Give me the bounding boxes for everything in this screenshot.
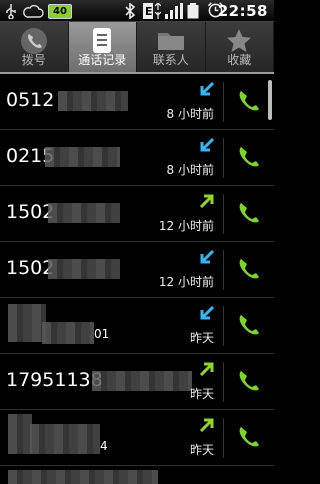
battery-level: 40 bbox=[48, 4, 72, 19]
tab-favorites[interactable]: 收藏 bbox=[205, 22, 274, 72]
call-button-icon[interactable] bbox=[236, 424, 262, 450]
tab-label: 收藏 bbox=[227, 53, 252, 67]
call-time: 昨天 bbox=[189, 443, 214, 457]
row-divider bbox=[223, 250, 224, 290]
call-time: 12 小时前 bbox=[158, 275, 214, 289]
call-log-row-partial[interactable] bbox=[0, 466, 274, 484]
redacted-name bbox=[8, 414, 32, 454]
redacted-number bbox=[8, 470, 158, 484]
clock: 22:58 bbox=[217, 2, 268, 20]
svg-text:E: E bbox=[145, 5, 153, 18]
redacted-number bbox=[92, 371, 192, 391]
caller-number: 17951138 bbox=[6, 369, 103, 391]
tab-label: 拨号 bbox=[21, 53, 46, 67]
usb-icon bbox=[6, 4, 16, 19]
call-log-row[interactable]: 0215 8 小时前 bbox=[0, 130, 274, 186]
call-time: 8 小时前 bbox=[166, 107, 214, 121]
call-log-row[interactable]: 01 昨天 bbox=[0, 298, 274, 354]
redacted-number bbox=[30, 424, 100, 454]
redacted-number bbox=[42, 322, 94, 344]
call-log-row[interactable]: 4 昨天 bbox=[0, 410, 274, 466]
row-divider bbox=[223, 138, 224, 178]
caller-number: 01 bbox=[94, 327, 110, 341]
row-divider bbox=[223, 82, 224, 122]
outgoing-call-icon bbox=[200, 194, 214, 208]
call-button-icon[interactable] bbox=[236, 368, 262, 394]
call-time: 昨天 bbox=[189, 331, 214, 345]
caller-number: 4 bbox=[100, 439, 108, 453]
call-button-icon[interactable] bbox=[236, 200, 262, 226]
redacted-number bbox=[58, 91, 128, 111]
call-button-icon[interactable] bbox=[236, 88, 262, 114]
edge-signal-icon: E bbox=[143, 3, 161, 19]
redacted-number bbox=[45, 147, 120, 167]
row-divider bbox=[223, 362, 224, 402]
cloud-sync-icon bbox=[23, 4, 44, 18]
outgoing-call-icon bbox=[200, 362, 214, 376]
call-log-list: 0512 8 小时前 0215 8 小时前 1502 12 小时前 1502 1… bbox=[0, 74, 274, 484]
redacted-number bbox=[48, 203, 120, 223]
tab-call-log[interactable]: 通话记录 bbox=[68, 22, 137, 72]
incoming-call-icon bbox=[200, 138, 214, 152]
tab-contacts[interactable]: 联系人 bbox=[137, 22, 206, 72]
call-time: 8 小时前 bbox=[166, 163, 214, 177]
tab-bar: 拨号 通话记录 联系人 收藏 bbox=[0, 22, 274, 74]
call-time: 昨天 bbox=[189, 387, 214, 401]
redacted-name bbox=[8, 304, 46, 342]
incoming-call-icon bbox=[200, 82, 214, 96]
scrollbar[interactable] bbox=[268, 80, 272, 120]
redacted-number bbox=[48, 259, 120, 279]
call-button-icon[interactable] bbox=[236, 144, 262, 170]
status-bar: 40 E 22:58 bbox=[0, 0, 274, 22]
call-log-row[interactable]: 0512 8 小时前 bbox=[0, 74, 274, 130]
call-log-row[interactable]: 1502 12 小时前 bbox=[0, 186, 274, 242]
incoming-call-icon bbox=[200, 250, 214, 264]
tab-label: 联系人 bbox=[152, 53, 189, 67]
call-button-icon[interactable] bbox=[236, 312, 262, 338]
signal-strength-icon bbox=[165, 3, 183, 19]
call-log-row[interactable]: 1502 12 小时前 bbox=[0, 242, 274, 298]
tab-label: 通话记录 bbox=[78, 53, 127, 67]
caller-number: 0512 bbox=[6, 89, 55, 111]
outgoing-call-icon bbox=[200, 418, 214, 432]
call-log-row[interactable]: 17951138 昨天 bbox=[0, 354, 274, 410]
row-divider bbox=[223, 194, 224, 234]
battery-icon bbox=[187, 3, 199, 19]
incoming-call-icon bbox=[200, 306, 214, 320]
row-divider bbox=[223, 306, 224, 346]
row-divider bbox=[223, 418, 224, 458]
contacts-icon bbox=[157, 33, 184, 50]
bluetooth-icon bbox=[125, 3, 136, 19]
call-button-icon[interactable] bbox=[236, 256, 262, 282]
call-time: 12 小时前 bbox=[158, 219, 214, 233]
tab-dialer[interactable]: 拨号 bbox=[0, 22, 69, 72]
